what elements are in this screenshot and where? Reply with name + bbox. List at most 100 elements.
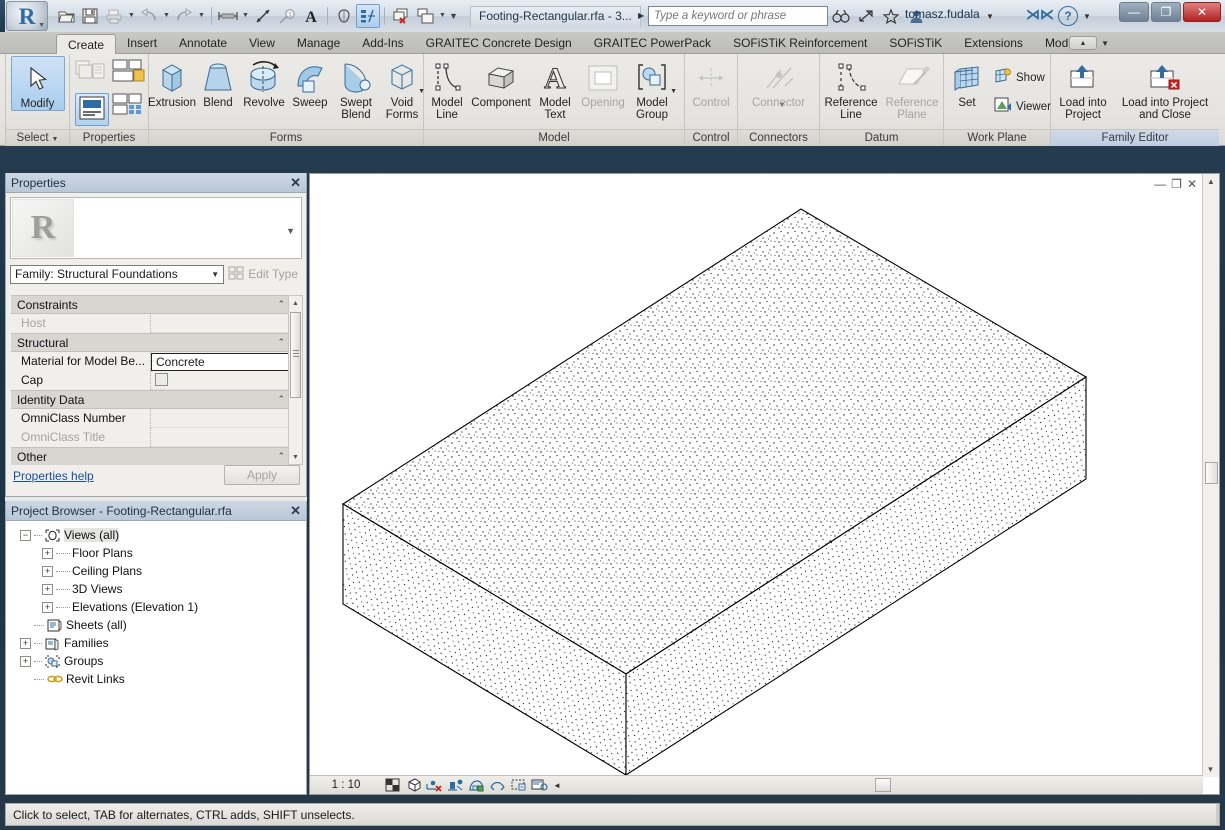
- properties-scrollbar[interactable]: ▲ ▼: [288, 295, 303, 465]
- properties-button[interactable]: [112, 58, 146, 89]
- expander-plus-icon[interactable]: +: [20, 638, 31, 649]
- tab-insert[interactable]: Insert: [116, 33, 168, 54]
- tree-node-3d-views[interactable]: + 3D Views: [12, 580, 306, 598]
- tree-node-elevations[interactable]: + Elevations (Elevation 1): [12, 598, 306, 616]
- tree-node-revit-links[interactable]: Revit Links: [12, 670, 306, 688]
- collapse-chevron-icon[interactable]: ⌃: [277, 299, 285, 310]
- load-into-project-button[interactable]: Load into Project: [1051, 56, 1115, 121]
- render-dialog-icon[interactable]: [466, 777, 487, 794]
- sun-path-icon[interactable]: [424, 777, 445, 794]
- favorites-star-icon[interactable]: [880, 5, 902, 27]
- switch-windows-icon[interactable]: [413, 4, 437, 28]
- properties-help-link[interactable]: Properties help: [13, 469, 94, 483]
- family-types-button[interactable]: [75, 93, 109, 126]
- scroll-up-icon[interactable]: ▲: [289, 296, 302, 310]
- help-caret-icon[interactable]: ▼: [1083, 12, 1091, 21]
- expander-plus-icon[interactable]: +: [20, 656, 31, 667]
- property-group-structural[interactable]: Structural ⌃: [11, 333, 303, 352]
- temporary-hide-isolate-icon[interactable]: [529, 777, 550, 794]
- tree-node-sheets-all[interactable]: Sheets (all): [12, 616, 306, 634]
- modify-button[interactable]: Modify: [11, 56, 65, 111]
- text-icon[interactable]: A: [299, 4, 323, 28]
- scroll-down-icon[interactable]: ▼: [1203, 762, 1218, 777]
- tab-add-ins[interactable]: Add-Ins: [351, 33, 414, 54]
- reference-plane-button[interactable]: Reference Plane: [882, 56, 942, 121]
- close-hidden-windows-icon[interactable]: [389, 4, 413, 28]
- model-line-button[interactable]: Model Line: [424, 56, 470, 121]
- minimize-button[interactable]: —: [1119, 2, 1149, 22]
- property-value[interactable]: [151, 371, 303, 390]
- footing-3d-model[interactable]: [310, 174, 1203, 777]
- revolve-button[interactable]: Revolve: [241, 56, 287, 109]
- collapse-chevron-icon[interactable]: ⌃: [277, 451, 285, 462]
- property-value[interactable]: Concrete: [151, 353, 301, 371]
- model-text-button[interactable]: A Model Text: [532, 56, 578, 121]
- property-group-constraints[interactable]: Constraints ⌃: [11, 295, 303, 314]
- scroll-up-icon[interactable]: ▲: [1203, 174, 1219, 189]
- property-row-host[interactable]: Host: [11, 314, 303, 333]
- view-control-expander-icon[interactable]: ◄: [553, 781, 561, 790]
- select-panel-caret-icon[interactable]: ▼: [52, 136, 59, 143]
- detail-level-icon[interactable]: [382, 777, 403, 794]
- show-work-plane-button[interactable]: Show: [990, 66, 1055, 89]
- customize-qat-icon[interactable]: ▼: [448, 4, 459, 28]
- drawing-area[interactable]: — ❐ ✕: [309, 173, 1220, 795]
- crop-region-icon[interactable]: [508, 777, 529, 794]
- work-plane-viewer-button[interactable]: Viewer: [990, 95, 1055, 118]
- expander-plus-icon[interactable]: +: [42, 584, 53, 595]
- search-knowledge-icon[interactable]: [830, 5, 852, 27]
- scrollbar-thumb[interactable]: [1205, 462, 1218, 484]
- connector-dropdown-icon[interactable]: ▼: [779, 100, 786, 112]
- tab-sofistik[interactable]: SOFiSTiK: [878, 33, 953, 54]
- measure-icon[interactable]: [216, 4, 240, 28]
- control-button[interactable]: Control: [685, 56, 737, 109]
- undo-icon[interactable]: [137, 4, 161, 28]
- help-question-icon[interactable]: ?: [1058, 6, 1078, 26]
- sweep-button[interactable]: Sweep: [287, 56, 333, 109]
- chevron-down-icon[interactable]: ▼: [211, 270, 219, 279]
- property-row-material-for-model-behavior[interactable]: Material for Model Be... Concrete: [11, 352, 303, 371]
- measure-dropdown-icon[interactable]: ▼: [240, 4, 251, 28]
- maximize-button[interactable]: ❐: [1151, 2, 1181, 22]
- property-row-omniclass-number[interactable]: OmniClass Number: [11, 409, 303, 428]
- close-icon[interactable]: ✕: [290, 175, 301, 191]
- search-input[interactable]: Type a keyword or phrase: [648, 6, 828, 26]
- undo-dropdown-icon[interactable]: ▼: [161, 4, 172, 28]
- tab-graitec-concrete-design[interactable]: GRAITEC Concrete Design: [415, 33, 583, 54]
- open-icon[interactable]: [54, 4, 78, 28]
- redo-dropdown-icon[interactable]: ▼: [196, 4, 207, 28]
- property-group-identity-data[interactable]: Identity Data ⌃: [11, 390, 303, 409]
- tab-manage[interactable]: Manage: [286, 33, 351, 54]
- expander-plus-icon[interactable]: +: [42, 548, 53, 559]
- user-name-label[interactable]: tomasz.fudala: [905, 7, 980, 21]
- view-vertical-scrollbar[interactable]: ▲ ▼: [1202, 174, 1219, 777]
- property-row-cap[interactable]: Cap: [11, 371, 303, 390]
- opening-button[interactable]: Opening: [578, 56, 628, 109]
- tree-node-ceiling-plans[interactable]: + Ceiling Plans: [12, 562, 306, 580]
- family-selector[interactable]: Family: Structural Foundations ▼: [10, 265, 224, 284]
- checkbox[interactable]: [155, 373, 168, 386]
- switch-windows-dropdown-icon[interactable]: ▼: [437, 4, 448, 28]
- load-into-project-and-close-button[interactable]: Load into Project and Close: [1115, 56, 1215, 121]
- save-icon[interactable]: [78, 4, 102, 28]
- tab-sofistik-reinforcement[interactable]: SOFiSTiK Reinforcement: [722, 33, 878, 54]
- collapse-chevron-icon[interactable]: ⌃: [277, 394, 285, 405]
- subscription-icon[interactable]: [855, 5, 877, 27]
- property-value[interactable]: [151, 409, 303, 428]
- ribbon-collapse-caret-icon[interactable]: ▼: [1101, 39, 1109, 48]
- expander-plus-icon[interactable]: +: [42, 566, 53, 577]
- document-list-caret-icon[interactable]: ▶: [638, 11, 644, 20]
- section-icon[interactable]: [356, 4, 380, 28]
- shadows-icon[interactable]: [445, 777, 466, 794]
- property-value[interactable]: [151, 428, 303, 447]
- model-group-button[interactable]: Model Group ▼: [628, 56, 676, 121]
- aligned-dimension-icon[interactable]: [251, 4, 275, 28]
- collapse-chevron-icon[interactable]: ⌃: [277, 337, 285, 348]
- expander-plus-icon[interactable]: +: [42, 602, 53, 613]
- void-forms-button[interactable]: Void Forms ▼: [379, 56, 425, 121]
- redo-icon[interactable]: [172, 4, 196, 28]
- autodesk-exchange-icon[interactable]: ⋊⋉: [1026, 7, 1054, 24]
- view-horizontal-scroll-thumb[interactable]: [875, 778, 891, 792]
- ribbon-collapse-button[interactable]: ▲: [1069, 36, 1097, 50]
- connector-button[interactable]: Connector ▼: [741, 56, 817, 109]
